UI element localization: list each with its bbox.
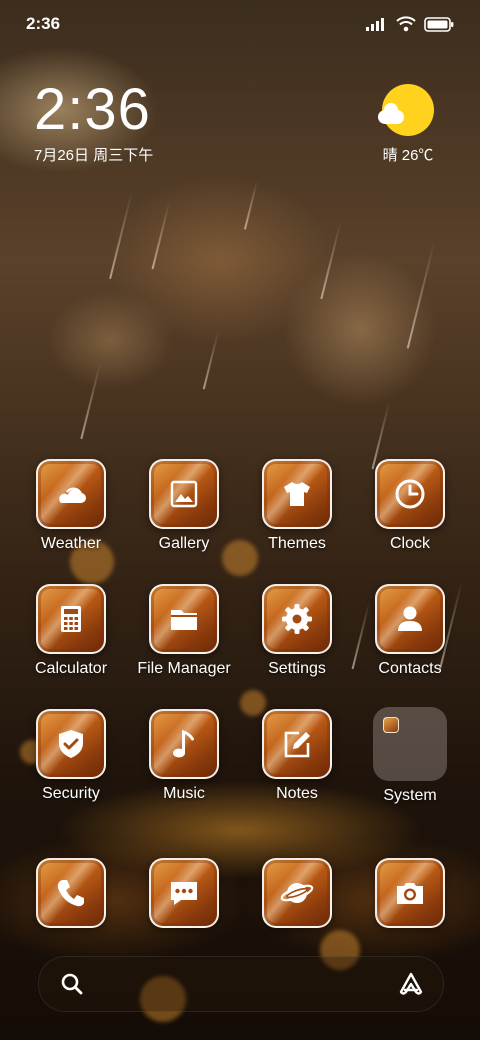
app-label: Themes: [268, 535, 326, 552]
messages-icon: [171, 882, 197, 905]
folder-group-icon: [373, 707, 447, 781]
app-music[interactable]: Music: [128, 709, 240, 803]
search-icon[interactable]: [59, 971, 85, 997]
weather-widget[interactable]: 晴 26℃: [368, 84, 448, 165]
rain-streak: [109, 191, 133, 279]
rain-streak: [151, 200, 170, 270]
themes-icon: [284, 482, 310, 506]
app-label: Notes: [276, 785, 318, 802]
app-gallery[interactable]: Gallery: [128, 459, 240, 553]
app-label: File Manager: [137, 660, 231, 677]
app-label: Settings: [268, 660, 326, 677]
signal-icon: [366, 18, 384, 31]
app-weather[interactable]: Weather: [15, 459, 127, 553]
app-label: Gallery: [158, 535, 210, 552]
shield-check-icon: [59, 730, 83, 758]
app-themes[interactable]: Themes: [241, 459, 353, 553]
dock-phone[interactable]: [15, 858, 127, 928]
browser-planet-icon: [280, 883, 314, 903]
notes-icon: [284, 731, 310, 758]
camera-icon: [397, 883, 423, 904]
rain-streak: [406, 241, 435, 349]
gallery-icon: [170, 480, 198, 508]
app-folder-system[interactable]: System: [354, 707, 466, 805]
app-label: Clock: [389, 535, 430, 552]
app-label: System: [383, 787, 437, 804]
contact-icon: [398, 606, 422, 631]
rain-streak: [202, 330, 219, 390]
phone-icon: [57, 880, 84, 907]
app-settings[interactable]: Settings: [241, 584, 353, 678]
widget-time: 2:36: [34, 77, 151, 142]
app-label: Security: [42, 785, 100, 802]
battery-icon: [424, 16, 454, 32]
clock-widget[interactable]: 2:36 7月26日 周三下午: [34, 78, 153, 165]
home-screen: 2:36 2:36 7月26日 周三下午 晴 26℃ Weather Galle…: [0, 0, 480, 1040]
rain-streak: [320, 221, 342, 299]
wifi-icon: [396, 16, 416, 32]
dock-browser[interactable]: [241, 858, 353, 928]
app-security[interactable]: Security: [15, 709, 127, 803]
rain-streak: [80, 361, 102, 439]
app-label: Calculator: [34, 660, 108, 677]
app-notes[interactable]: Notes: [241, 709, 353, 803]
music-note-icon: [173, 729, 194, 758]
app-clock[interactable]: Clock: [354, 459, 466, 553]
dock-camera[interactable]: [354, 858, 466, 928]
gear-icon: [282, 604, 312, 634]
clock-icon: [395, 479, 425, 509]
folder-icon: [171, 610, 197, 630]
mini-app-icon: [383, 717, 399, 733]
app-calculator[interactable]: Calculator: [15, 584, 127, 678]
weather-icon: [59, 487, 86, 503]
rain-streak: [243, 180, 258, 230]
weather-summary: 晴 26℃: [382, 147, 434, 164]
status-bar: 2:36: [0, 14, 480, 38]
app-contacts[interactable]: Contacts: [354, 584, 466, 678]
widget-date: 7月26日 周三下午: [34, 147, 154, 164]
status-time: 2:36: [26, 14, 61, 33]
app-label: Music: [163, 785, 205, 802]
calculator-icon: [61, 606, 81, 632]
sunny-partly-cloudy-icon: [378, 84, 434, 136]
app-label: Contacts: [378, 660, 442, 677]
search-bar[interactable]: [38, 956, 444, 1012]
app-label: Weather: [40, 535, 102, 552]
app-file-manager[interactable]: File Manager: [128, 584, 240, 678]
assistant-icon[interactable]: [397, 970, 425, 998]
dock-messages[interactable]: [128, 858, 240, 928]
